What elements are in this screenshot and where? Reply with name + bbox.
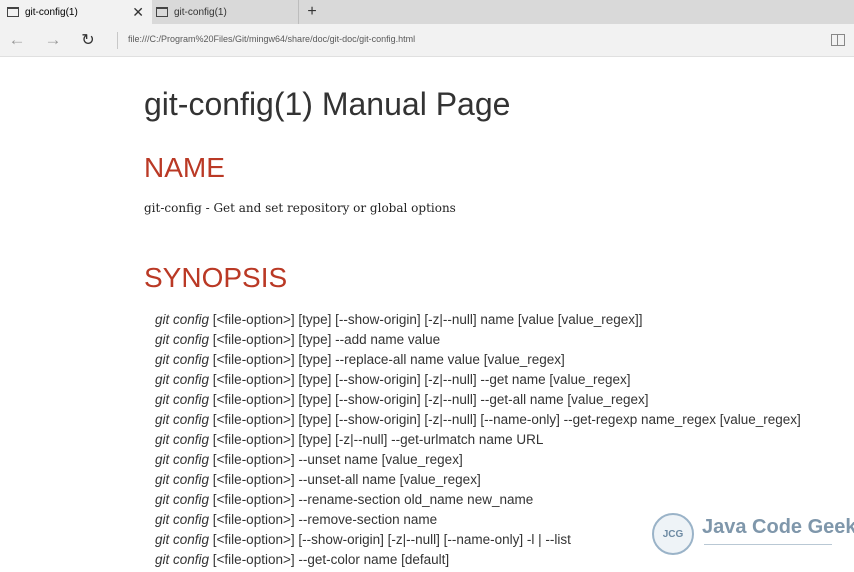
synopsis-line: git config [<file-option>] [type] [--sho… xyxy=(155,370,845,390)
tab-label: git-config(1) xyxy=(174,6,227,18)
synopsis-args: [<file-option>] [type] [--show-origin] [… xyxy=(209,312,643,327)
tab-label: git-config(1) xyxy=(25,6,78,18)
synopsis-command: git config xyxy=(155,492,210,507)
synopsis-command: git config xyxy=(155,392,210,407)
forward-arrow-icon[interactable]: → xyxy=(42,30,64,50)
reading-view-icon[interactable] xyxy=(831,34,845,46)
synopsis-args: [<file-option>] [type] [--show-origin] [… xyxy=(209,372,631,387)
synopsis-args: [<file-option>] [type] --add name value xyxy=(209,332,441,347)
synopsis-line: git config [<file-option>] [type] [-z|--… xyxy=(155,430,845,450)
synopsis-line: git config [<file-option>] --unset-all n… xyxy=(155,470,845,490)
watermark-text: Java Code Geeks xyxy=(702,516,854,538)
address-bar[interactable]: file:///C:/Program%20Files/Git/mingw64/s… xyxy=(128,34,415,44)
address-separator xyxy=(117,32,118,49)
synopsis-args: [<file-option>] [type] [--show-origin] [… xyxy=(209,392,649,407)
tab-strip: git-config(1) ✕ git-config(1) + xyxy=(0,0,854,24)
page-icon xyxy=(156,7,168,17)
refresh-icon[interactable]: ↻ xyxy=(77,30,99,50)
synopsis-args: [<file-option>] --unset-all name [value_… xyxy=(209,472,481,487)
page-title: git-config(1) Manual Page xyxy=(144,86,511,122)
synopsis-command: git config xyxy=(155,552,210,567)
tab-git-config-active[interactable]: git-config(1) ✕ xyxy=(0,0,152,24)
synopsis-command: git config xyxy=(155,432,210,447)
tab-git-config-inactive[interactable]: git-config(1) xyxy=(152,0,299,24)
synopsis-args: [<file-option>] --get-color name [defaul… xyxy=(209,552,450,567)
synopsis-args: [<file-option>] --rename-section old_nam… xyxy=(209,492,534,507)
name-description: git-config - Get and set repository or g… xyxy=(144,201,456,215)
page-icon xyxy=(7,7,19,17)
synopsis-command: git config xyxy=(155,372,210,387)
synopsis-line: git config [<file-option>] --unset name … xyxy=(155,450,845,470)
synopsis-line: git config [<file-option>] [type] [--sho… xyxy=(155,310,845,330)
jcg-logo-icon: JCG xyxy=(652,513,694,555)
navigation-bar: ← → ↻ file:///C:/Program%20Files/Git/min… xyxy=(0,24,854,57)
synopsis-command: git config xyxy=(155,412,210,427)
synopsis-command: git config xyxy=(155,512,210,527)
back-arrow-icon[interactable]: ← xyxy=(6,30,28,50)
synopsis-args: [<file-option>] [type] --replace-all nam… xyxy=(209,352,565,367)
synopsis-command: git config xyxy=(155,352,210,367)
synopsis-args: [<file-option>] [type] [-z|--null] --get… xyxy=(209,432,544,447)
synopsis-command: git config xyxy=(155,312,210,327)
synopsis-line: git config [<file-option>] [type] [--sho… xyxy=(155,390,845,410)
synopsis-line: git config [<file-option>] [type] [--sho… xyxy=(155,410,845,430)
synopsis-args: [<file-option>] --unset name [value_rege… xyxy=(209,452,463,467)
synopsis-command: git config xyxy=(155,532,210,547)
close-icon[interactable]: ✕ xyxy=(132,4,144,20)
synopsis-line: git config [<file-option>] --rename-sect… xyxy=(155,490,845,510)
synopsis-command: git config xyxy=(155,452,210,467)
watermark-tagline xyxy=(704,544,832,549)
name-heading: NAME xyxy=(144,152,225,183)
synopsis-heading: SYNOPSIS xyxy=(144,262,288,293)
synopsis-line: git config [<file-option>] [type] --repl… xyxy=(155,350,845,370)
synopsis-command: git config xyxy=(155,472,210,487)
synopsis-line: git config [<file-option>] [type] --add … xyxy=(155,330,845,350)
java-code-geeks-watermark: JCG Java Code Geeks xyxy=(652,511,854,559)
synopsis-args: [<file-option>] [--show-origin] [-z|--nu… xyxy=(209,532,571,547)
synopsis-args: [<file-option>] [type] [--show-origin] [… xyxy=(209,412,801,427)
synopsis-args: [<file-option>] --remove-section name xyxy=(209,512,438,527)
synopsis-command: git config xyxy=(155,332,210,347)
new-tab-button[interactable]: + xyxy=(299,0,325,24)
